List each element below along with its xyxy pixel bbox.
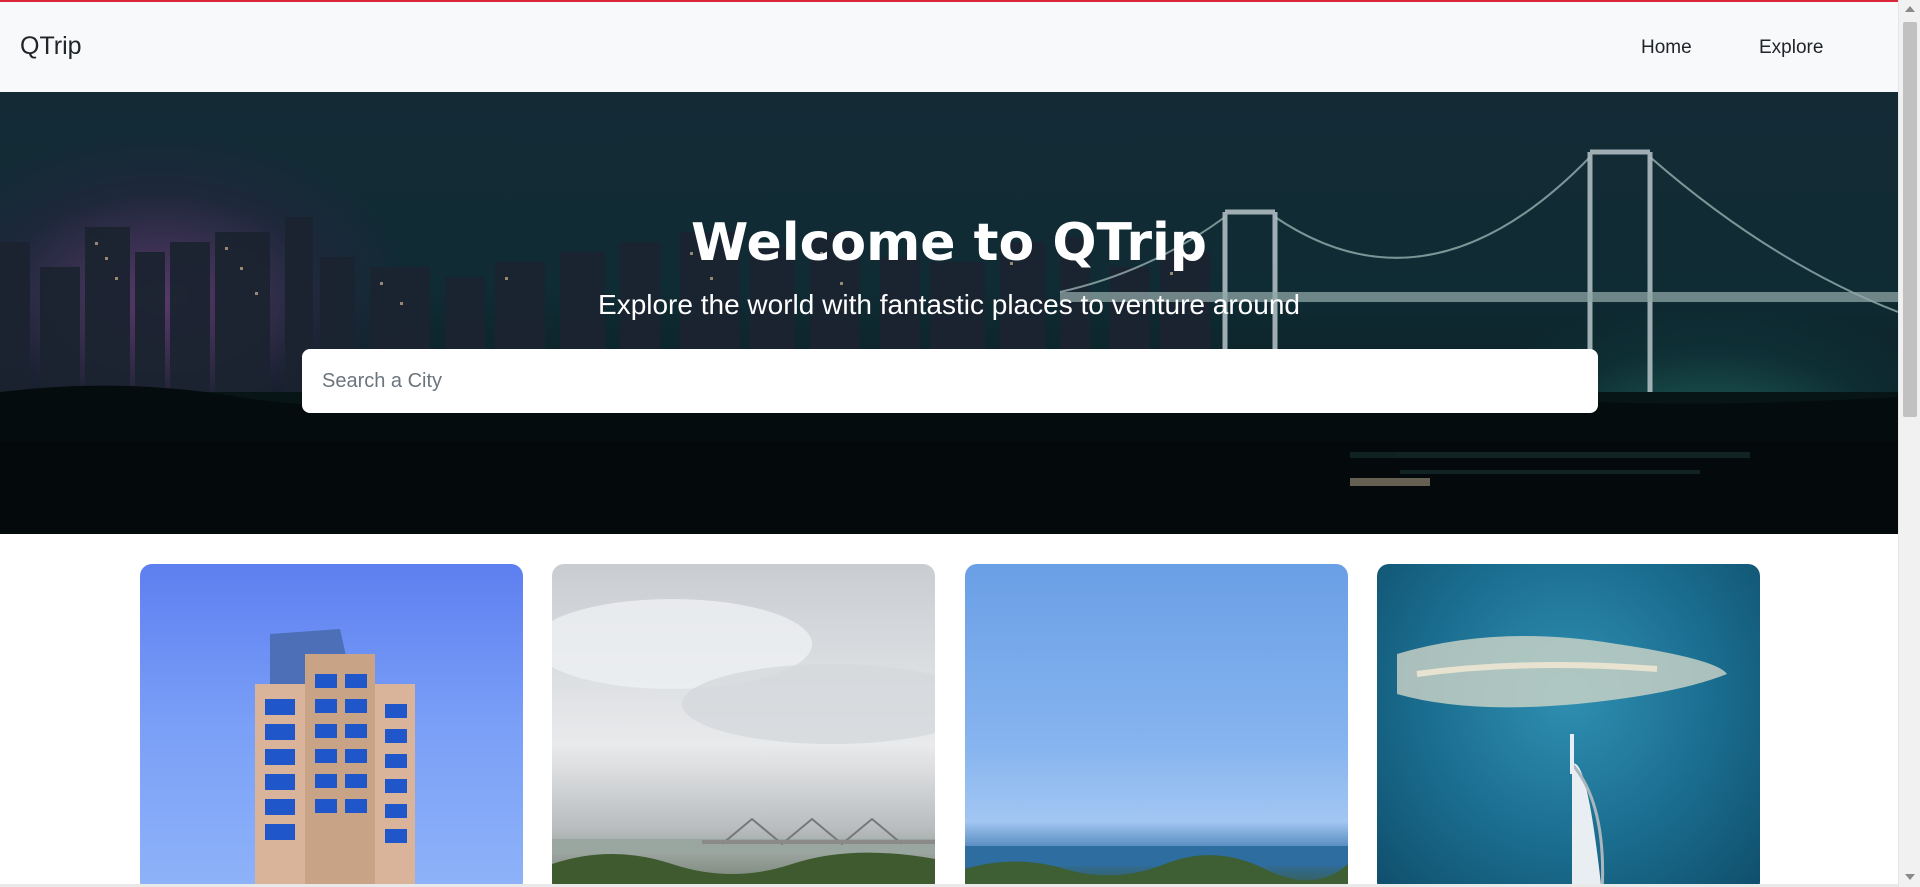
nav-link-explore[interactable]: Explore (1759, 37, 1823, 59)
nav-link-home[interactable]: Home (1641, 37, 1692, 59)
scroll-up-arrow-icon[interactable] (1905, 6, 1915, 12)
navbar: QTrip Home Explore (0, 2, 1898, 92)
city-card-1-image (255, 629, 415, 887)
hero-banner: Welcome to QTrip Explore the world with … (0, 92, 1898, 534)
city-card-1[interactable] (140, 564, 523, 887)
hero-subtitle: Explore the world with fantastic places … (598, 289, 1300, 320)
hero-title: Welcome to QTrip (690, 213, 1208, 273)
scrollbar-thumb[interactable] (1903, 22, 1917, 417)
brand-logo-link[interactable]: QTrip (20, 32, 82, 61)
city-card-2[interactable] (552, 564, 935, 887)
city-card-2-image (552, 599, 935, 887)
scroll-down-arrow-icon[interactable] (1905, 874, 1915, 880)
city-card-3-image (965, 846, 1348, 887)
city-card-4-image (1397, 636, 1727, 887)
city-card-4[interactable] (1377, 564, 1760, 887)
city-card-3[interactable] (965, 564, 1348, 887)
city-search-input[interactable] (302, 349, 1598, 413)
page-scrollbar[interactable] (1898, 0, 1920, 887)
